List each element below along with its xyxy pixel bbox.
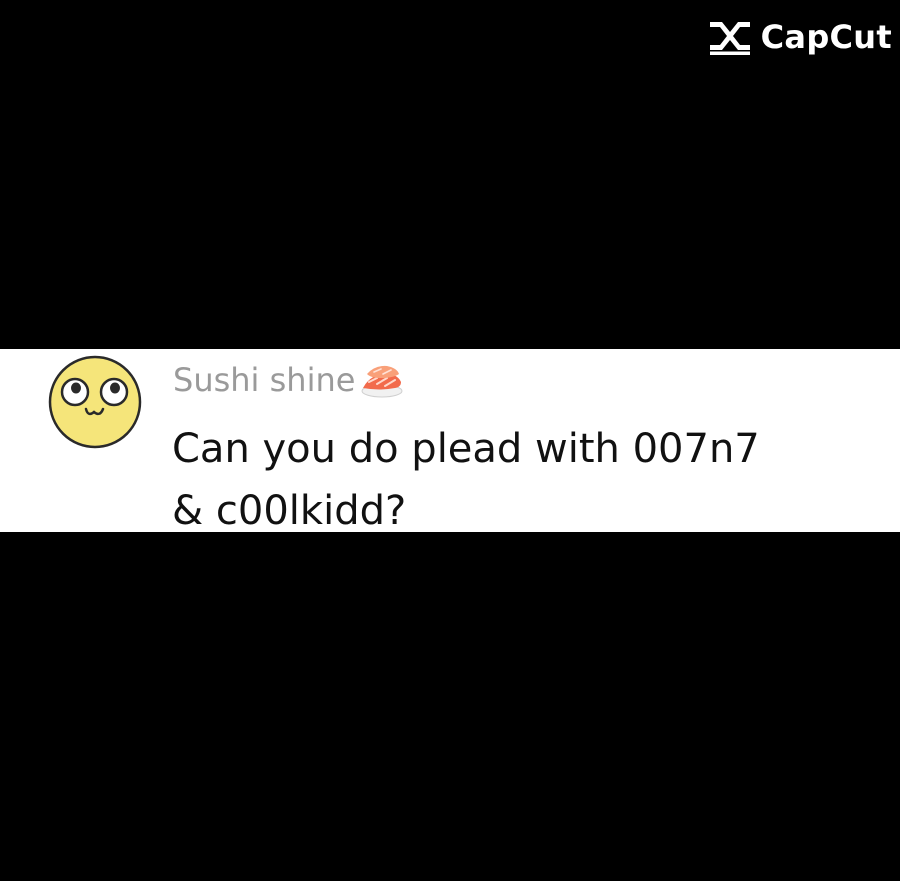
smiley-face-avatar[interactable] xyxy=(48,355,142,449)
username[interactable]: Sushi shine xyxy=(173,364,355,396)
comment-line: & c00lkidd? xyxy=(172,488,407,534)
capcut-logo-icon xyxy=(709,22,750,55)
video-frame: CapCut Sushi shine Can you do plead with… xyxy=(0,0,900,881)
comment-header: Sushi shine xyxy=(173,360,407,400)
watermark-text: CapCut xyxy=(760,18,892,56)
sushi-icon xyxy=(361,365,403,398)
capcut-watermark: CapCut xyxy=(707,18,892,56)
comment-line: Can you do plead with 007n7 xyxy=(172,426,760,472)
comment-body: Can you do plead with 007n7 & c00lkidd? xyxy=(172,418,872,542)
